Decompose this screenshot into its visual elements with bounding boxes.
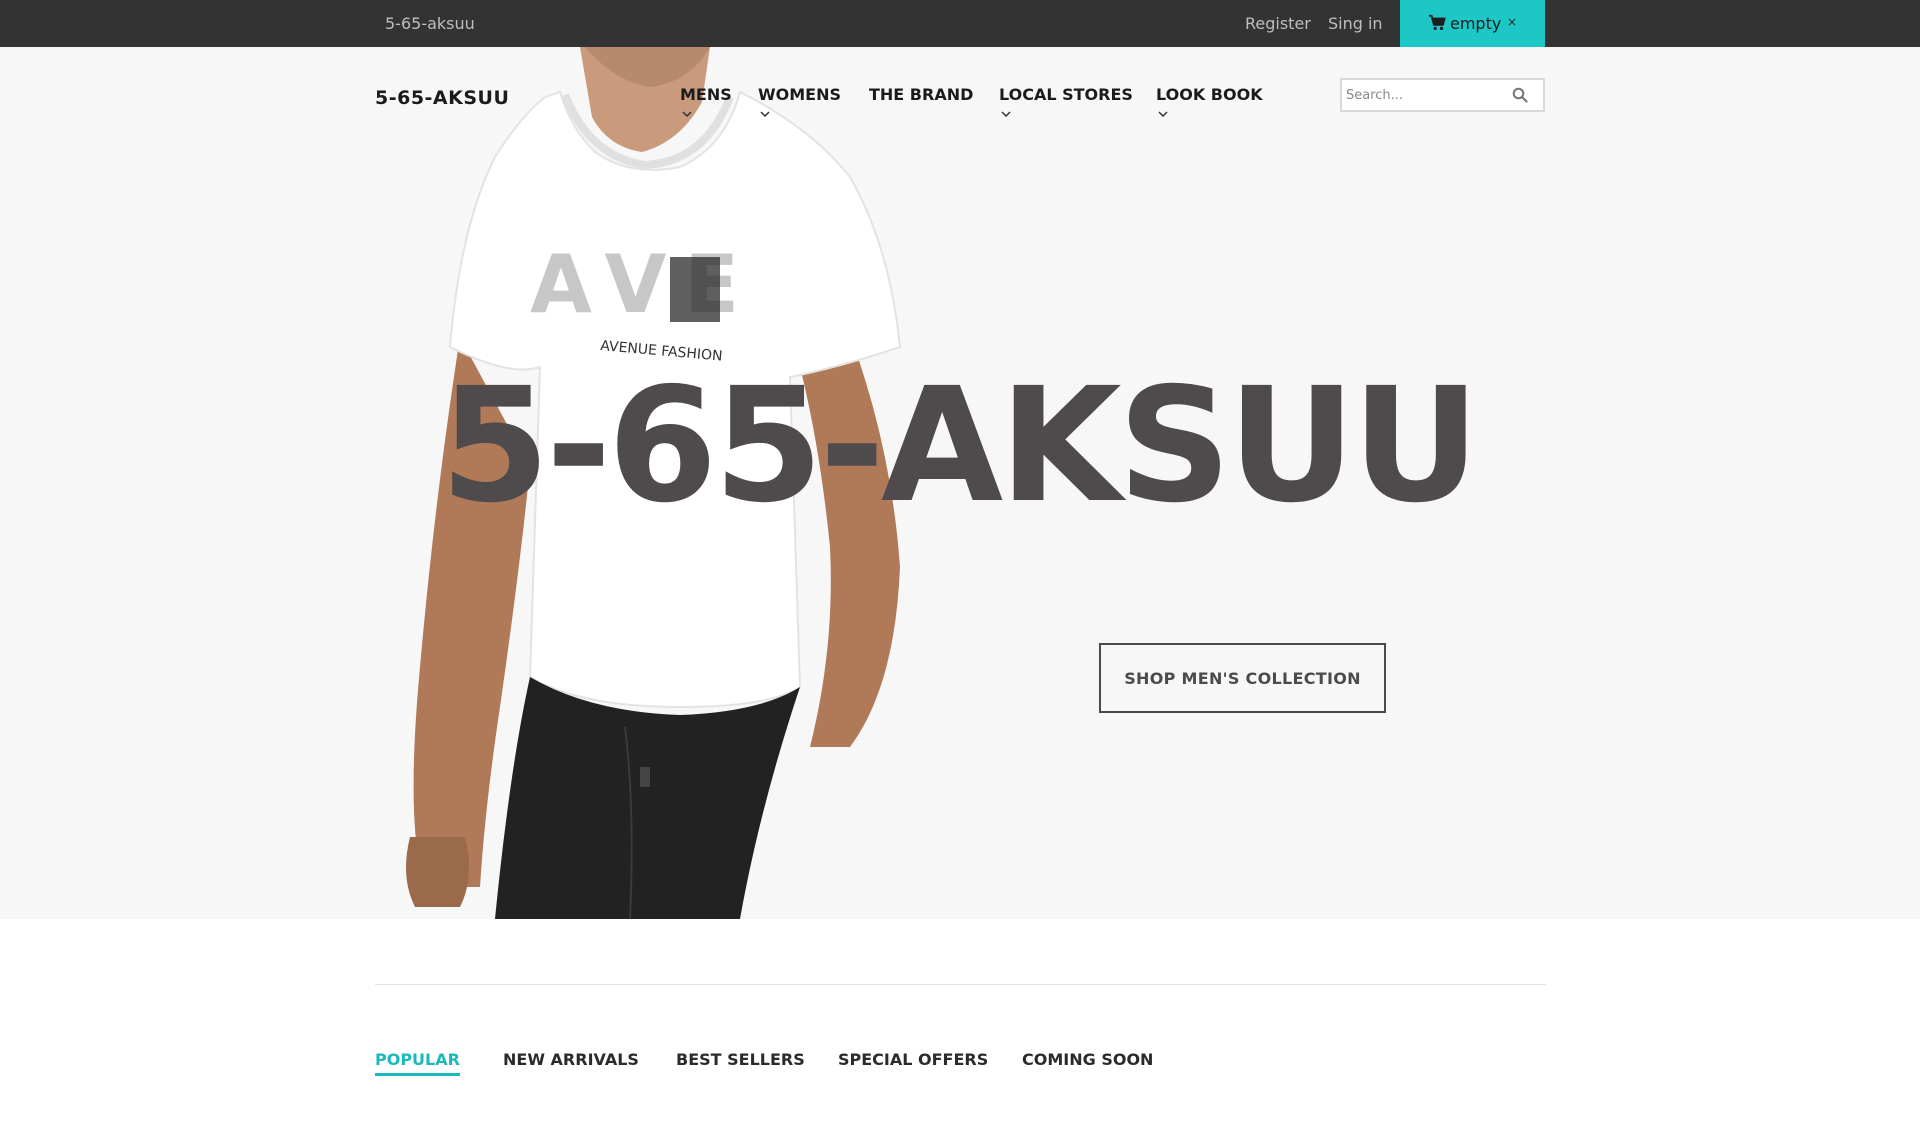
tab-coming-soon[interactable]: COMING SOON <box>1022 1050 1153 1073</box>
shop-mens-collection-button[interactable]: SHOP MEN'S COLLECTION <box>1099 643 1386 713</box>
nav-item-label: WOMENS <box>758 85 842 104</box>
site-name[interactable]: 5-65-aksuu <box>385 14 475 33</box>
nav-item-label: THE BRAND <box>869 85 974 104</box>
register-link[interactable]: Register <box>1245 14 1311 33</box>
nav-item-the-brand[interactable]: THE BRAND <box>869 85 973 104</box>
nav-item-local-stores[interactable]: LOCAL STORES <box>999 85 1133 117</box>
signin-link[interactable]: Sing in <box>1328 14 1383 33</box>
cart-label: empty <box>1450 14 1502 33</box>
tab-popular[interactable]: POPULAR <box>375 1050 460 1076</box>
product-tabs: POPULAR NEW ARRIVALS BEST SELLERS SPECIA… <box>0 1050 1920 1090</box>
nav-item-label: MENS <box>680 85 732 104</box>
chevron-down-icon <box>760 111 770 117</box>
top-bar: 5-65-aksuu Register Sing in empty × <box>0 0 1920 47</box>
section-divider <box>375 984 1546 985</box>
cart-icon <box>1428 14 1446 31</box>
hero-title: 5-65-AKSUU <box>440 354 1480 538</box>
nav-item-look-book[interactable]: LOOK BOOK <box>1156 85 1263 117</box>
search-box <box>1340 78 1545 112</box>
cart-button[interactable]: empty × <box>1400 0 1545 47</box>
svg-text:AVE: AVE <box>530 238 757 331</box>
nav-item-mens[interactable]: MENS <box>680 85 732 117</box>
close-icon[interactable]: × <box>1507 15 1517 29</box>
chevron-down-icon <box>1158 111 1168 117</box>
nav-item-label: LOOK BOOK <box>1156 85 1263 104</box>
search-icon[interactable] <box>1512 87 1528 103</box>
nav-item-womens[interactable]: WOMENS <box>758 85 842 117</box>
hero-banner: AVE AVENUE FASHION 5-65-AKSUU MENS WOMEN… <box>0 47 1920 919</box>
main-nav: MENS WOMENS THE BRAND LOCAL STORES LOOK … <box>0 85 1920 145</box>
tab-best-sellers[interactable]: BEST SELLERS <box>676 1050 805 1073</box>
chevron-down-icon <box>1001 111 1011 117</box>
chevron-down-icon <box>682 111 692 117</box>
tab-special-offers[interactable]: SPECIAL OFFERS <box>838 1050 988 1073</box>
tab-new-arrivals[interactable]: NEW ARRIVALS <box>503 1050 639 1073</box>
nav-item-label: LOCAL STORES <box>999 85 1133 104</box>
search-input[interactable] <box>1346 85 1506 105</box>
